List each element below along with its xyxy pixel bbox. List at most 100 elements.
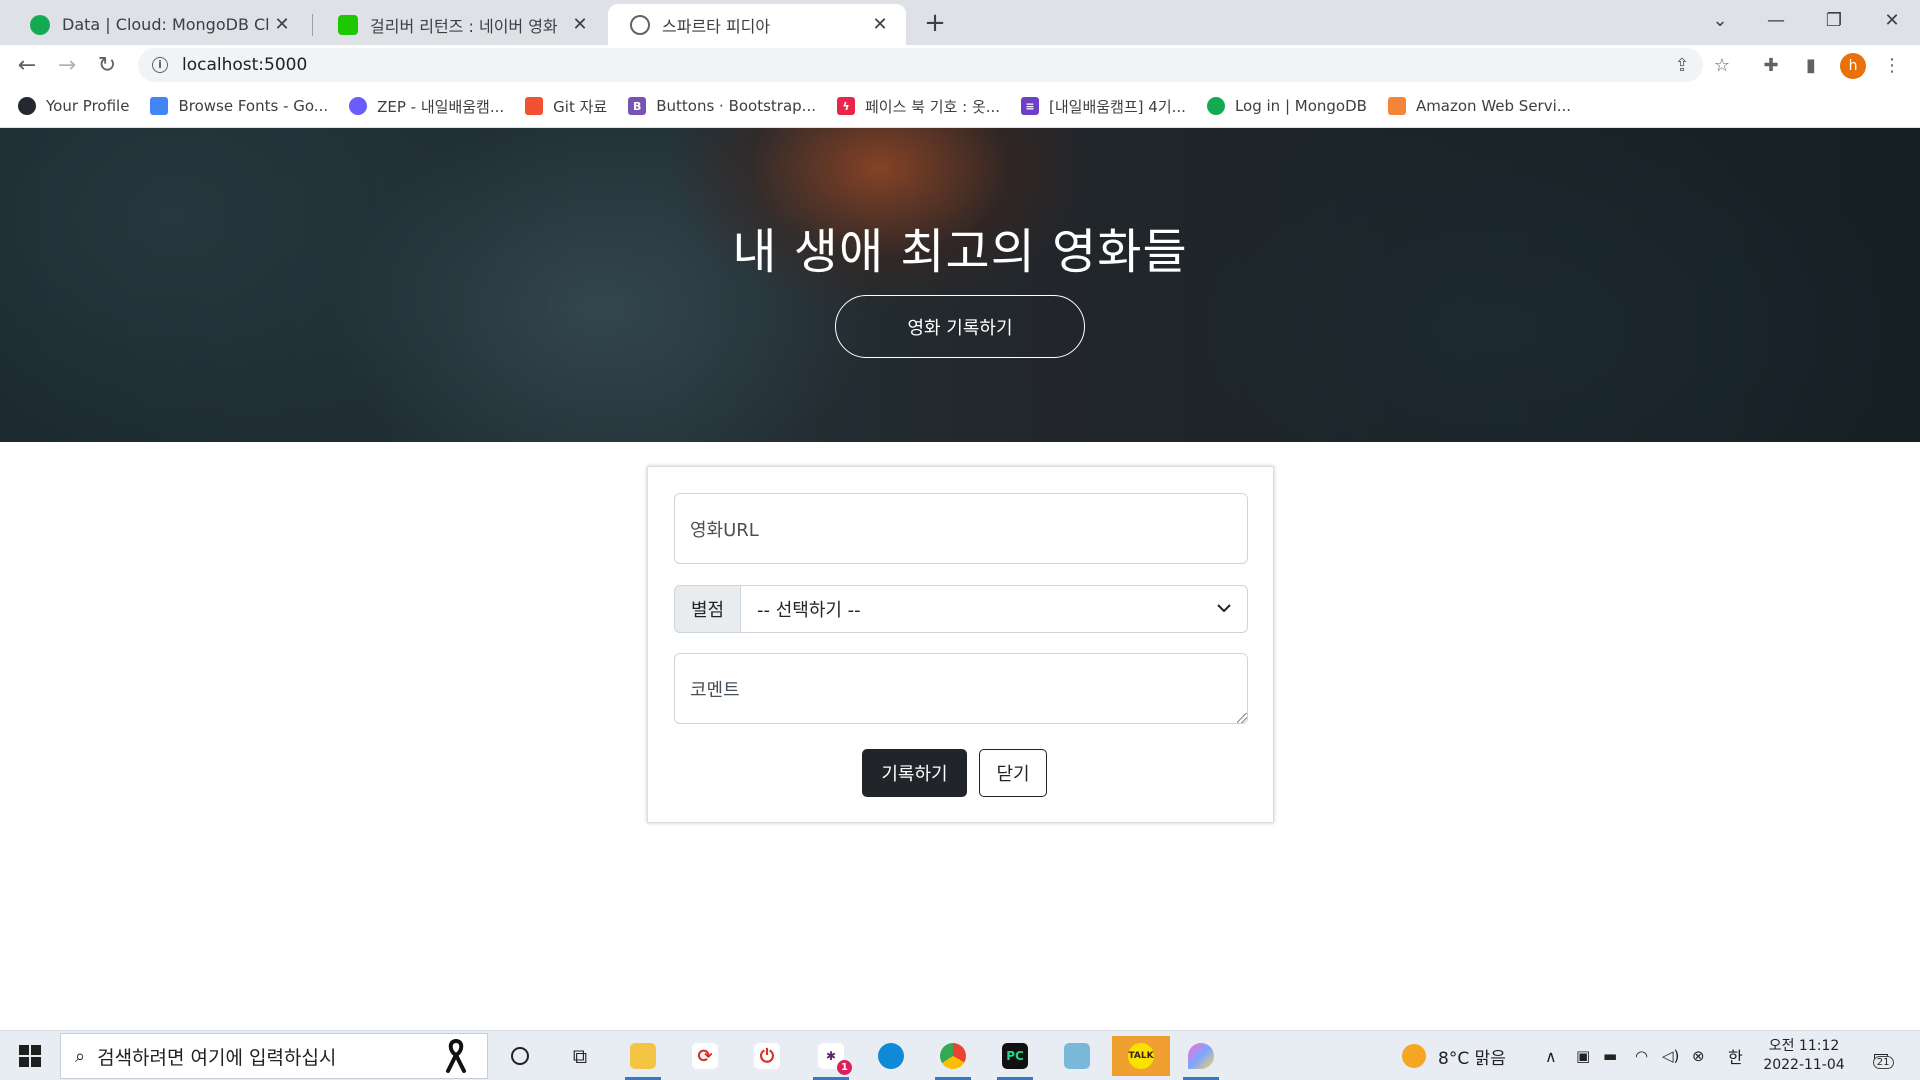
bookmark-zep[interactable]: ZEP - 내일배움캠... (349, 96, 504, 117)
bookmark-git-docs[interactable]: Git 자료 (525, 96, 607, 117)
bookmarks-bar: Your Profile Browse Fonts - Go... ZEP - … (0, 85, 1920, 128)
window-close-button[interactable]: ✕ (1864, 0, 1920, 40)
github-icon (18, 97, 36, 115)
power-app-icon[interactable]: ⏻ (744, 1036, 790, 1076)
search-icon: ⌕ (75, 1045, 86, 1067)
file-explorer-icon[interactable] (620, 1036, 666, 1080)
weather-widget[interactable]: 8°C 맑음 (1402, 1031, 1506, 1080)
bookmark-label: ZEP - 내일배움캠... (377, 97, 505, 116)
minimize-button[interactable]: — (1748, 0, 1804, 40)
globe-icon (630, 14, 650, 35)
browser-tab-strip: Data | Cloud: MongoDB Cloud ✕ 걸리버 리턴즈 : … (0, 0, 1920, 45)
close-icon[interactable]: ✕ (270, 13, 294, 37)
taskbar-search-box[interactable]: ⌕ 검색하려면 여기에 입력하십시 (60, 1033, 488, 1079)
task-view-icon[interactable]: ⧉ (557, 1036, 603, 1076)
save-button[interactable]: 기록하기 (862, 749, 967, 797)
git-icon (525, 97, 544, 115)
tab-sparta-pedia[interactable]: 스파르타 피디아 ✕ (608, 4, 906, 45)
star-rating-selected: -- 선택하기 -- (757, 600, 861, 621)
bookmark-label: Your Profile (46, 97, 130, 115)
address-url: localhost:5000 (182, 55, 308, 75)
bookmark-aws[interactable]: Amazon Web Servi... (1387, 97, 1572, 115)
clock-time: 오전 11:12 (1768, 1038, 1840, 1054)
bookmark-label: Buttons · Bootstrap... (656, 97, 816, 115)
bookmark-label: Amazon Web Servi... (1415, 97, 1572, 115)
bookmark-mongodb-login[interactable]: Log in | MongoDB (1206, 97, 1367, 115)
back-button[interactable]: ← (12, 50, 42, 80)
tab-title: 걸리버 리턴즈 : 네이버 영화 (370, 16, 558, 36)
bookmark-label: Browse Fonts - Go... (178, 97, 329, 115)
windows-taskbar: ⌕ 검색하려면 여기에 입력하십시 ⧉ ⟳ ⏻ ✱1 PC TALK 8°C (0, 1030, 1920, 1080)
share-icon[interactable]: ⇪ (1670, 53, 1694, 77)
slack-icon[interactable]: ✱ 1 (808, 1036, 854, 1080)
sync-app-icon[interactable]: ⟳ (682, 1036, 728, 1076)
bookmark-label: Log in | MongoDB (1234, 97, 1367, 115)
lightning-icon: ϟ (836, 97, 855, 115)
ribbon-icon (445, 1038, 467, 1073)
start-button[interactable] (8, 1036, 52, 1076)
tab-naver-movie[interactable]: 걸리버 리턴즈 : 네이버 영화 ✕ (316, 4, 606, 45)
aws-icon (1387, 97, 1406, 115)
mongodb-icon (1206, 97, 1225, 115)
comment-textarea[interactable]: 코멘트 (674, 653, 1248, 724)
movie-post-form: 영화URL 별점 -- 선택하기 -- 코멘트 기록하기 닫기 (647, 466, 1274, 823)
tab-title: Data | Cloud: MongoDB Cloud (62, 15, 270, 34)
notification-center-icon[interactable]: ▭21 (1866, 1041, 1896, 1071)
site-info-icon[interactable]: i (152, 57, 168, 73)
windows-logo-icon (19, 1045, 41, 1067)
bookmark-facebook-symbols[interactable]: ϟ 페이스 북 기호 : 옷... (836, 96, 1001, 117)
restore-button[interactable]: ❐ (1806, 0, 1862, 40)
tab-title: 스파르타 피디아 (662, 16, 771, 36)
bookmark-your-profile[interactable]: Your Profile (18, 97, 129, 115)
star-rating-select[interactable]: -- 선택하기 -- (741, 585, 1248, 633)
close-icon[interactable]: ✕ (568, 13, 592, 37)
more-menu-icon[interactable]: ⋮ (1877, 50, 1907, 80)
close-button[interactable]: 닫기 (979, 749, 1047, 797)
address-bar[interactable]: i localhost:5000 (138, 48, 1703, 82)
chevron-down-icon (1217, 601, 1231, 617)
forward-button[interactable]: → (52, 50, 82, 80)
bookmark-label: 페이스 북 기호 : 옷... (864, 97, 1001, 116)
bookmark-bootcamp[interactable]: ≡ [내일배움캠프] 4기... (1021, 96, 1186, 117)
list-icon: ≡ (1021, 97, 1040, 115)
record-movie-button[interactable]: 영화 기록하기 (835, 295, 1085, 358)
close-icon[interactable]: ✕ (868, 13, 892, 37)
bookmark-star-icon[interactable]: ☆ (1710, 53, 1734, 77)
notification-count: 21 (1872, 1055, 1894, 1069)
clock-date: 2022-11-04 (1763, 1057, 1845, 1073)
weather-text: 8°C 맑음 (1438, 1048, 1506, 1069)
browser-toolbar: ← → ↻ i localhost:5000 ⇪ ☆ ✚ ▮ h ⋮ (0, 45, 1920, 85)
tab-separator (312, 14, 313, 36)
profile-avatar[interactable]: h (1840, 53, 1866, 79)
show-hidden-icons-chevron-icon[interactable]: ∧ (1545, 1031, 1557, 1080)
pycharm-icon[interactable]: PC (992, 1036, 1038, 1080)
bookmark-bootstrap-buttons[interactable]: B Buttons · Bootstrap... (628, 97, 816, 115)
star-rating-group: 별점 -- 선택하기 -- (674, 585, 1248, 633)
reload-button[interactable]: ↻ (92, 50, 122, 80)
meet-now-icon[interactable]: ▣ (1576, 1031, 1590, 1080)
cortana-icon[interactable] (497, 1036, 543, 1076)
bootstrap-icon: B (628, 97, 647, 115)
notepad-icon[interactable] (1054, 1036, 1100, 1076)
edge-icon[interactable] (868, 1036, 914, 1076)
extensions-puzzle-icon[interactable]: ✚ (1756, 50, 1786, 80)
ime-indicator[interactable]: 한 (1728, 1031, 1743, 1080)
wifi-icon[interactable]: ◠ (1635, 1031, 1648, 1080)
no-network-icon[interactable]: ⊗ (1692, 1031, 1705, 1080)
side-panel-icon[interactable]: ▮ (1796, 50, 1826, 80)
movie-url-input[interactable]: 영화URL (674, 493, 1248, 564)
tab-mongodb-cloud[interactable]: Data | Cloud: MongoDB Cloud ✕ (8, 4, 308, 45)
taskbar-clock[interactable]: 오전 11:12 2022-11-04 (1763, 1037, 1845, 1075)
search-placeholder: 검색하려면 여기에 입력하십시 (97, 1046, 337, 1069)
new-tab-button[interactable]: + (920, 8, 950, 38)
color-drop-app-icon[interactable] (1178, 1036, 1224, 1080)
resize-grip-icon[interactable] (1237, 713, 1247, 723)
battery-icon[interactable]: ▬ (1603, 1031, 1617, 1080)
bookmark-label: Git 자료 (553, 97, 608, 116)
tab-search-chevron-icon[interactable]: ⌄ (1692, 0, 1748, 40)
kakaotalk-icon[interactable]: TALK (1112, 1036, 1170, 1076)
speaker-icon[interactable]: ◁) (1662, 1031, 1679, 1080)
chrome-icon[interactable] (930, 1036, 976, 1080)
bookmark-google-fonts[interactable]: Browse Fonts - Go... (150, 97, 328, 115)
star-rating-label: 별점 (674, 585, 741, 633)
